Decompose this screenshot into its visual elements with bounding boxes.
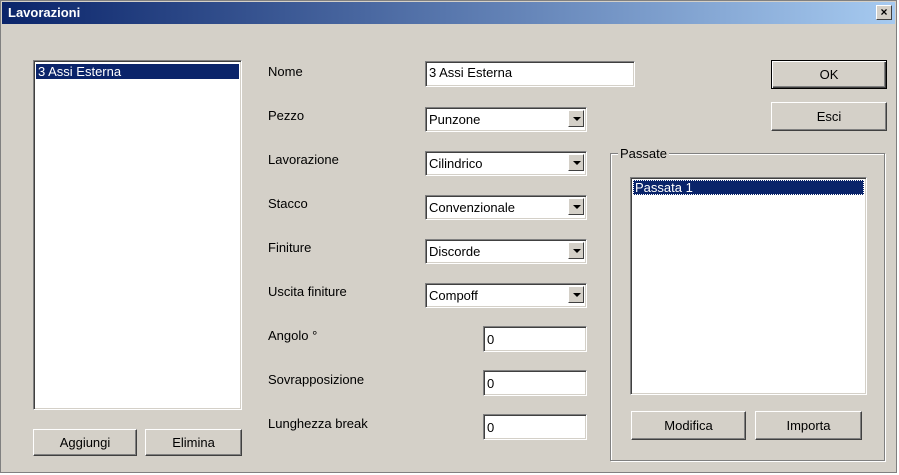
finiture-label: Finiture <box>268 240 312 255</box>
stacco-label: Stacco <box>268 196 308 211</box>
sovrapposizione-label: Sovrapposizione <box>268 372 365 387</box>
aggiungi-label: Aggiungi <box>59 435 111 450</box>
modifica-label: Modifica <box>664 418 713 433</box>
close-button[interactable]: × <box>876 5 892 20</box>
list-item[interactable]: Passata 1 <box>633 180 864 195</box>
angolo-input[interactable]: 0 <box>483 326 587 352</box>
lavorazioni-listbox[interactable]: 3 Assi Esterna <box>33 60 242 410</box>
lavorazione-label: Lavorazione <box>268 152 339 167</box>
finiture-value: Discorde <box>429 244 481 259</box>
angolo-value: 0 <box>487 332 495 347</box>
importa-label: Importa <box>786 418 831 433</box>
chevron-down-icon[interactable] <box>568 154 584 171</box>
lunghezza-break-value: 0 <box>487 420 495 435</box>
pezzo-select[interactable]: Punzone <box>425 107 587 132</box>
lunghezza-break-input[interactable]: 0 <box>483 414 587 440</box>
uscita-finiture-value: Compoff <box>429 288 478 303</box>
lavorazione-select[interactable]: Cilindrico <box>425 151 587 176</box>
esci-label: Esci <box>816 109 842 124</box>
pezzo-label: Pezzo <box>268 108 305 123</box>
lavorazioni-dialog: Lavorazioni × 3 Assi Esterna Aggiungi El… <box>0 0 897 473</box>
stacco-select[interactable]: Convenzionale <box>425 195 587 220</box>
elimina-button[interactable]: Elimina <box>145 429 242 456</box>
ok-label: OK <box>819 67 839 82</box>
close-icon: × <box>880 5 888 19</box>
nome-label: Nome <box>268 64 303 79</box>
sovrapposizione-input[interactable]: 0 <box>483 370 587 396</box>
finiture-select[interactable]: Discorde <box>425 239 587 264</box>
uscita-finiture-select[interactable]: Compoff <box>425 283 587 308</box>
pezzo-value: Punzone <box>429 112 481 127</box>
chevron-down-icon[interactable] <box>568 286 584 303</box>
elimina-label: Elimina <box>172 435 215 450</box>
list-item[interactable]: 3 Assi Esterna <box>36 64 239 79</box>
nome-input[interactable]: 3 Assi Esterna <box>425 61 635 87</box>
passate-listbox[interactable]: Passata 1 <box>630 177 867 395</box>
angolo-label: Angolo ° <box>268 328 318 343</box>
passate-group-label: Passate <box>618 146 669 161</box>
nome-value: 3 Assi Esterna <box>429 65 513 80</box>
title-bar[interactable]: Lavorazioni × <box>2 2 895 24</box>
uscita-finiture-label: Uscita finiture <box>268 284 347 299</box>
lavorazione-value: Cilindrico <box>429 156 483 171</box>
window-title: Lavorazioni <box>8 5 81 20</box>
chevron-down-icon[interactable] <box>568 110 584 127</box>
aggiungi-button[interactable]: Aggiungi <box>33 429 137 456</box>
lunghezza-break-label: Lunghezza break <box>268 416 368 431</box>
stacco-value: Convenzionale <box>429 200 516 215</box>
esci-button[interactable]: Esci <box>771 102 887 131</box>
importa-button[interactable]: Importa <box>755 411 862 440</box>
chevron-down-icon[interactable] <box>568 242 584 259</box>
ok-button[interactable]: OK <box>771 60 887 89</box>
modifica-button[interactable]: Modifica <box>631 411 746 440</box>
chevron-down-icon[interactable] <box>568 198 584 215</box>
sovrapposizione-value: 0 <box>487 376 495 391</box>
